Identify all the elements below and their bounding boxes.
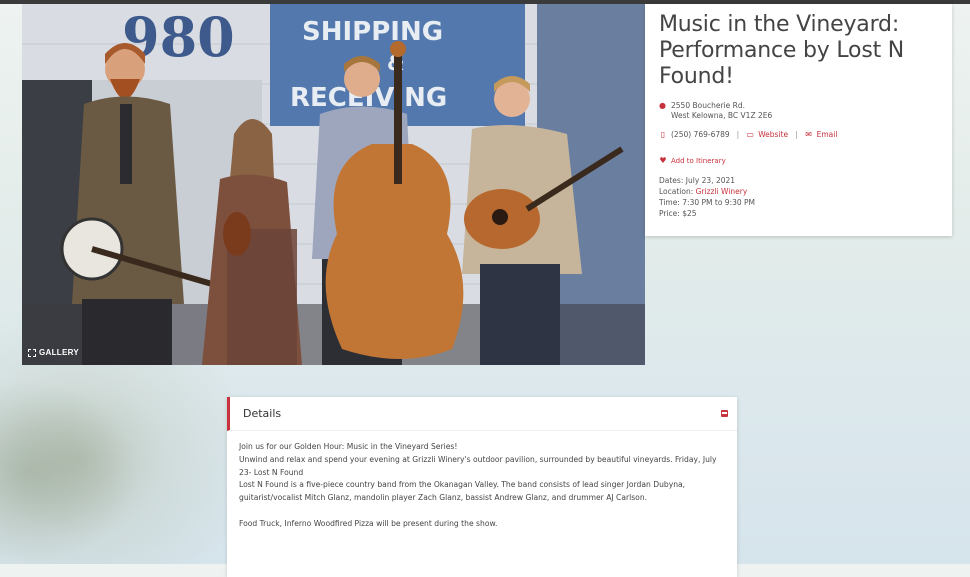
details-panel: Details Join us for our Golden Hour: Mus… (227, 397, 737, 577)
address-line2: West Kelowna, BC V1Z 2E6 (671, 111, 773, 120)
price-row: Price: $25 (659, 208, 938, 219)
details-paragraph: Food Truck, Inferno Woodfired Pizza will… (239, 518, 498, 528)
time-label: Time: (659, 198, 680, 207)
background-foliage (0, 380, 140, 564)
details-heading: Details (243, 407, 282, 420)
laptop-icon: ▭ (746, 130, 754, 139)
gallery-label: GALLERY (39, 348, 80, 357)
website-link[interactable]: Website (758, 130, 788, 139)
details-body: Join us for our Golden Hour: Music in th… (227, 431, 737, 541)
itinerary-label: Add to Itinerary (671, 156, 726, 165)
heart-icon: ♥ (659, 156, 667, 165)
location-label: Location: (659, 187, 694, 196)
contact-row: ▯ (250) 769-6789 | ▭ Website | ✉ Email (659, 130, 938, 139)
time-row: Time: 7:30 PM to 9:30 PM (659, 197, 938, 208)
dates-label: Dates: (659, 176, 684, 185)
event-address: ● 2550 Boucherie Rd. West Kelowna, BC V1… (659, 101, 938, 121)
phone-number[interactable]: (250) 769-6789 (671, 130, 730, 139)
details-paragraph: Lost N Found is a five-piece country ban… (239, 480, 686, 503)
details-paragraph: Unwind and relax and spend your evening … (239, 454, 717, 477)
dates-row: Dates: July 23, 2021 (659, 175, 938, 186)
band-photo-illustration: 980 SHIPPING & RECEIVING (22, 4, 645, 365)
email-link[interactable]: Email (817, 130, 838, 139)
phone-icon: ▯ (660, 130, 666, 139)
event-title: Music in the Vineyard: Performance by Lo… (659, 12, 905, 89)
event-info-card: Music in the Vineyard: Performance by Lo… (645, 4, 952, 236)
envelope-icon: ✉ (805, 130, 812, 139)
details-paragraph: Join us for our Golden Hour: Music in th… (239, 442, 458, 451)
location-link[interactable]: Grizzli Winery (696, 187, 748, 196)
price-value: $25 (682, 209, 697, 218)
hero-photo[interactable]: 980 SHIPPING & RECEIVING (22, 4, 645, 365)
event-meta: Dates: July 23, 2021 Location: Grizzli W… (659, 175, 938, 219)
price-label: Price: (659, 209, 680, 218)
details-header[interactable]: Details (227, 397, 737, 431)
location-row: Location: Grizzli Winery (659, 186, 938, 197)
gallery-button[interactable]: GALLERY (28, 348, 79, 357)
add-to-itinerary-button[interactable]: ♥ Add to Itinerary (659, 156, 938, 165)
separator: | (736, 130, 740, 139)
dates-value: July 23, 2021 (685, 176, 736, 185)
sign-line1: SHIPPING (302, 17, 443, 47)
map-pin-icon: ● (659, 101, 666, 110)
expand-icon (28, 348, 36, 357)
address-line1: 2550 Boucherie Rd. (671, 101, 745, 110)
separator: | (795, 130, 798, 139)
collapse-icon[interactable] (721, 410, 728, 417)
time-value: 7:30 PM to 9:30 PM (682, 198, 756, 207)
